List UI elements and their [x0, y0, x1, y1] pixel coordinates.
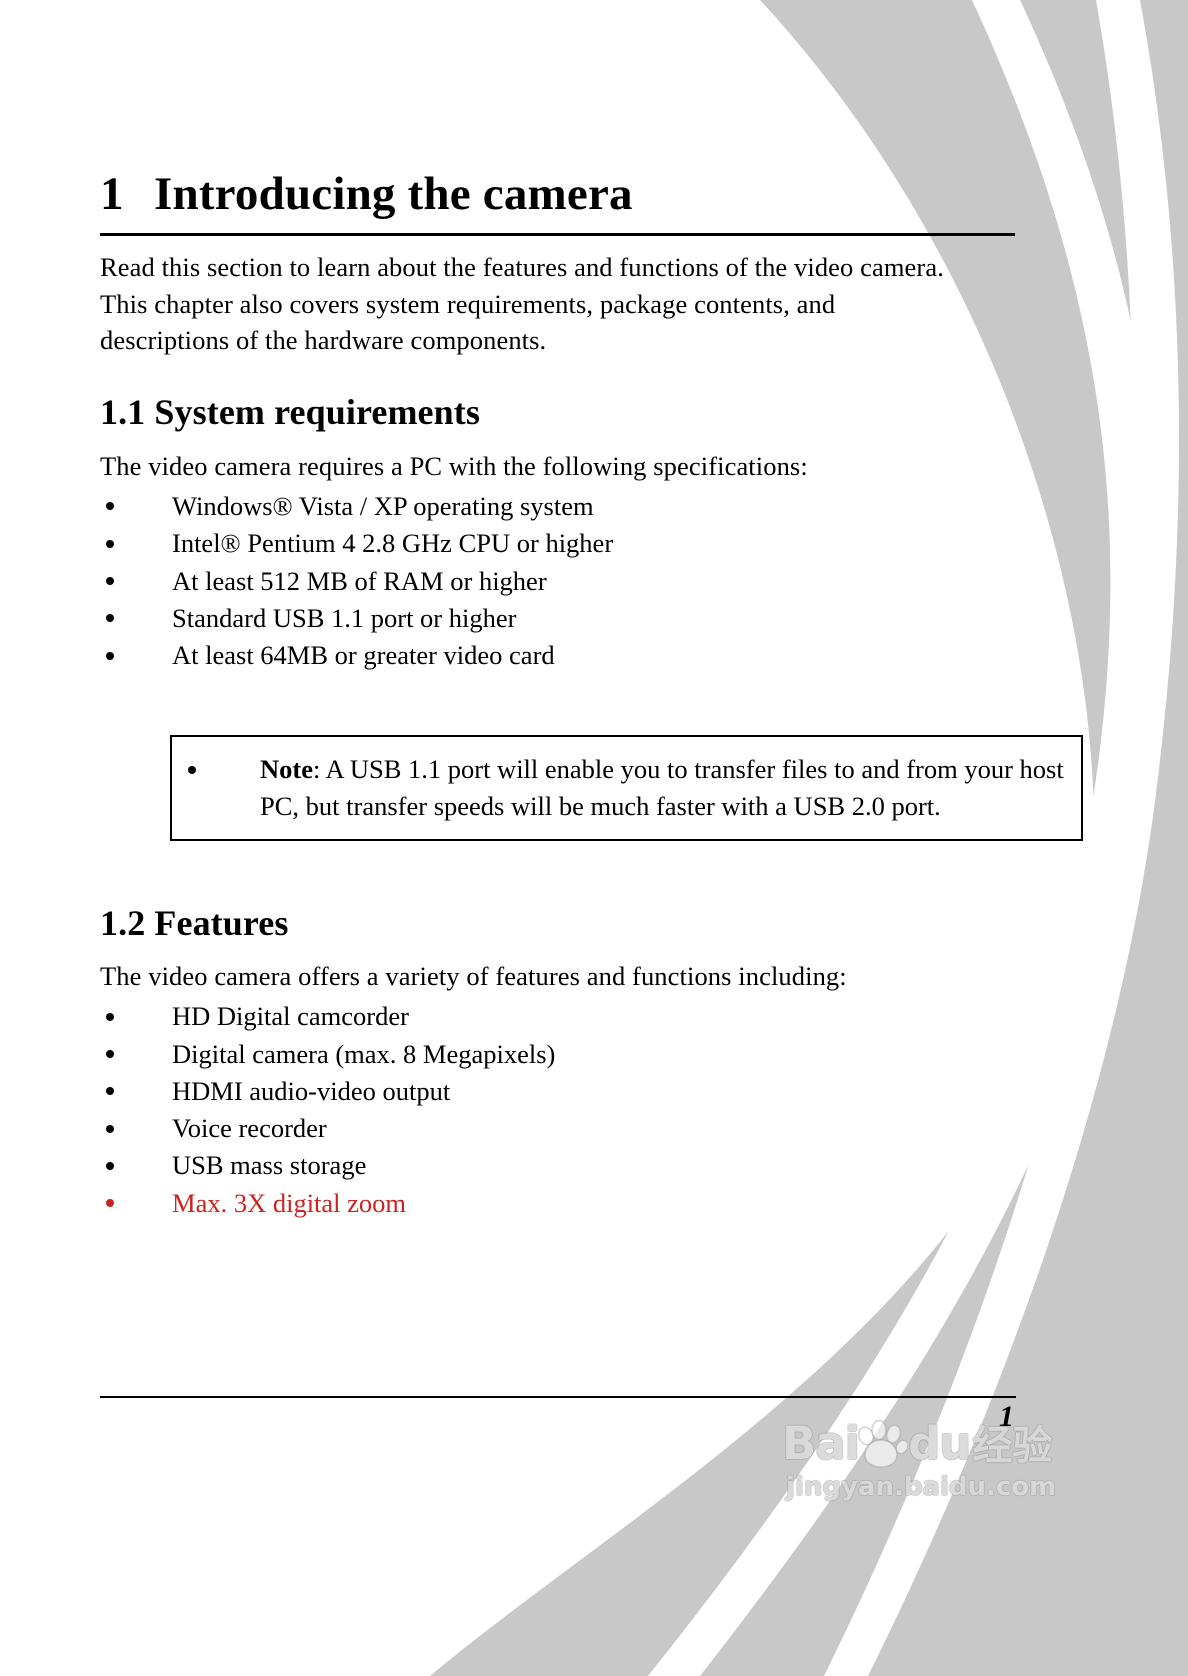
section-heading-system-requirements: 1.1 System requirements: [100, 392, 480, 433]
note-label: Note: [260, 754, 313, 785]
note-item: Note: A USB 1.1 port will enable you to …: [172, 751, 1071, 824]
section-lead-system-requirements: The video camera requires a PC with the …: [100, 450, 808, 481]
chapter-heading-rule: [100, 233, 1015, 237]
list-item: At least 512 MB of RAM or higher: [100, 563, 1020, 599]
list-item-label: Standard USB 1.1 port or higher: [172, 602, 517, 633]
note-text: A USB 1.1 port will enable you to transf…: [260, 754, 1064, 821]
list-item-label: HDMI audio-video output: [172, 1075, 451, 1106]
bullet-dot-icon: [106, 1161, 114, 1170]
section-heading-features: 1.2 Features: [100, 902, 289, 943]
list-item-label: At least 64MB or greater video card: [172, 640, 555, 671]
bullet-dot-icon: [106, 1012, 114, 1021]
document-page: 1 Introducing the camera Read this sectio…: [0, 0, 1188, 1676]
features-list: HD Digital camcorder Digital camera (max…: [100, 998, 1020, 1221]
document-content: 1 Introducing the camera Read this sectio…: [100, 0, 1083, 1222]
list-item: HD Digital camcorder: [100, 998, 1020, 1034]
list-item: HDMI audio-video output: [100, 1073, 1020, 1109]
list-item-label: HD Digital camcorder: [172, 1001, 409, 1032]
list-item-label: Windows® Vista / XP operating system: [172, 490, 594, 521]
bullet-dot-icon: [106, 577, 114, 586]
section-lead-features: The video camera offers a variety of fea…: [100, 960, 847, 991]
chapter-title: Introducing the camera: [154, 168, 633, 220]
list-item: Windows® Vista / XP operating system: [100, 488, 1020, 524]
list-item-label: Max. 3X digital zoom: [172, 1187, 407, 1218]
chapter-heading: 1 Introducing the camera: [100, 0, 1020, 219]
system-requirements-list: Windows® Vista / XP operating system Int…: [100, 488, 1020, 673]
list-item-label: At least 512 MB of RAM or higher: [172, 565, 547, 596]
list-item-label: USB mass storage: [172, 1150, 367, 1181]
watermark-url-text: jingyan.baidu.com: [786, 1472, 1057, 1502]
bullet-dot-icon: [106, 614, 114, 623]
chapter-intro-paragraph: Read this section to learn about the fea…: [100, 252, 944, 355]
list-item: Standard USB 1.1 port or higher: [100, 600, 1020, 636]
list-item: Max. 3X digital zoom: [100, 1185, 1020, 1221]
bullet-dot-icon: [106, 502, 114, 511]
bullet-dot-icon: [106, 1087, 114, 1096]
footer-rule: [100, 1396, 1016, 1398]
list-item-label: Intel® Pentium 4 2.8 GHz CPU or higher: [172, 528, 614, 559]
note-separator: :: [312, 754, 326, 785]
page-footer: 1: [100, 1396, 1016, 1433]
chapter-number: 1: [100, 168, 124, 220]
list-item: USB mass storage: [100, 1147, 1020, 1183]
note-callout-box: Note: A USB 1.1 port will enable you to …: [170, 735, 1083, 841]
bullet-dot-icon: [106, 539, 114, 548]
list-item: Digital camera (max. 8 Megapixels): [100, 1036, 1020, 1072]
page-number: 1: [999, 1400, 1014, 1433]
list-item-label: Digital camera (max. 8 Megapixels): [172, 1038, 556, 1069]
bullet-dot-icon: [106, 1050, 114, 1059]
list-item: Voice recorder: [100, 1110, 1020, 1146]
list-item-label: Voice recorder: [172, 1113, 327, 1144]
bullet-dot-icon: [188, 765, 196, 774]
bullet-dot-icon: [106, 1199, 114, 1208]
list-item: Intel® Pentium 4 2.8 GHz CPU or higher: [100, 525, 1020, 561]
bullet-dot-icon: [106, 1124, 114, 1133]
list-item: At least 64MB or greater video card: [100, 637, 1020, 673]
bullet-dot-icon: [106, 651, 114, 660]
